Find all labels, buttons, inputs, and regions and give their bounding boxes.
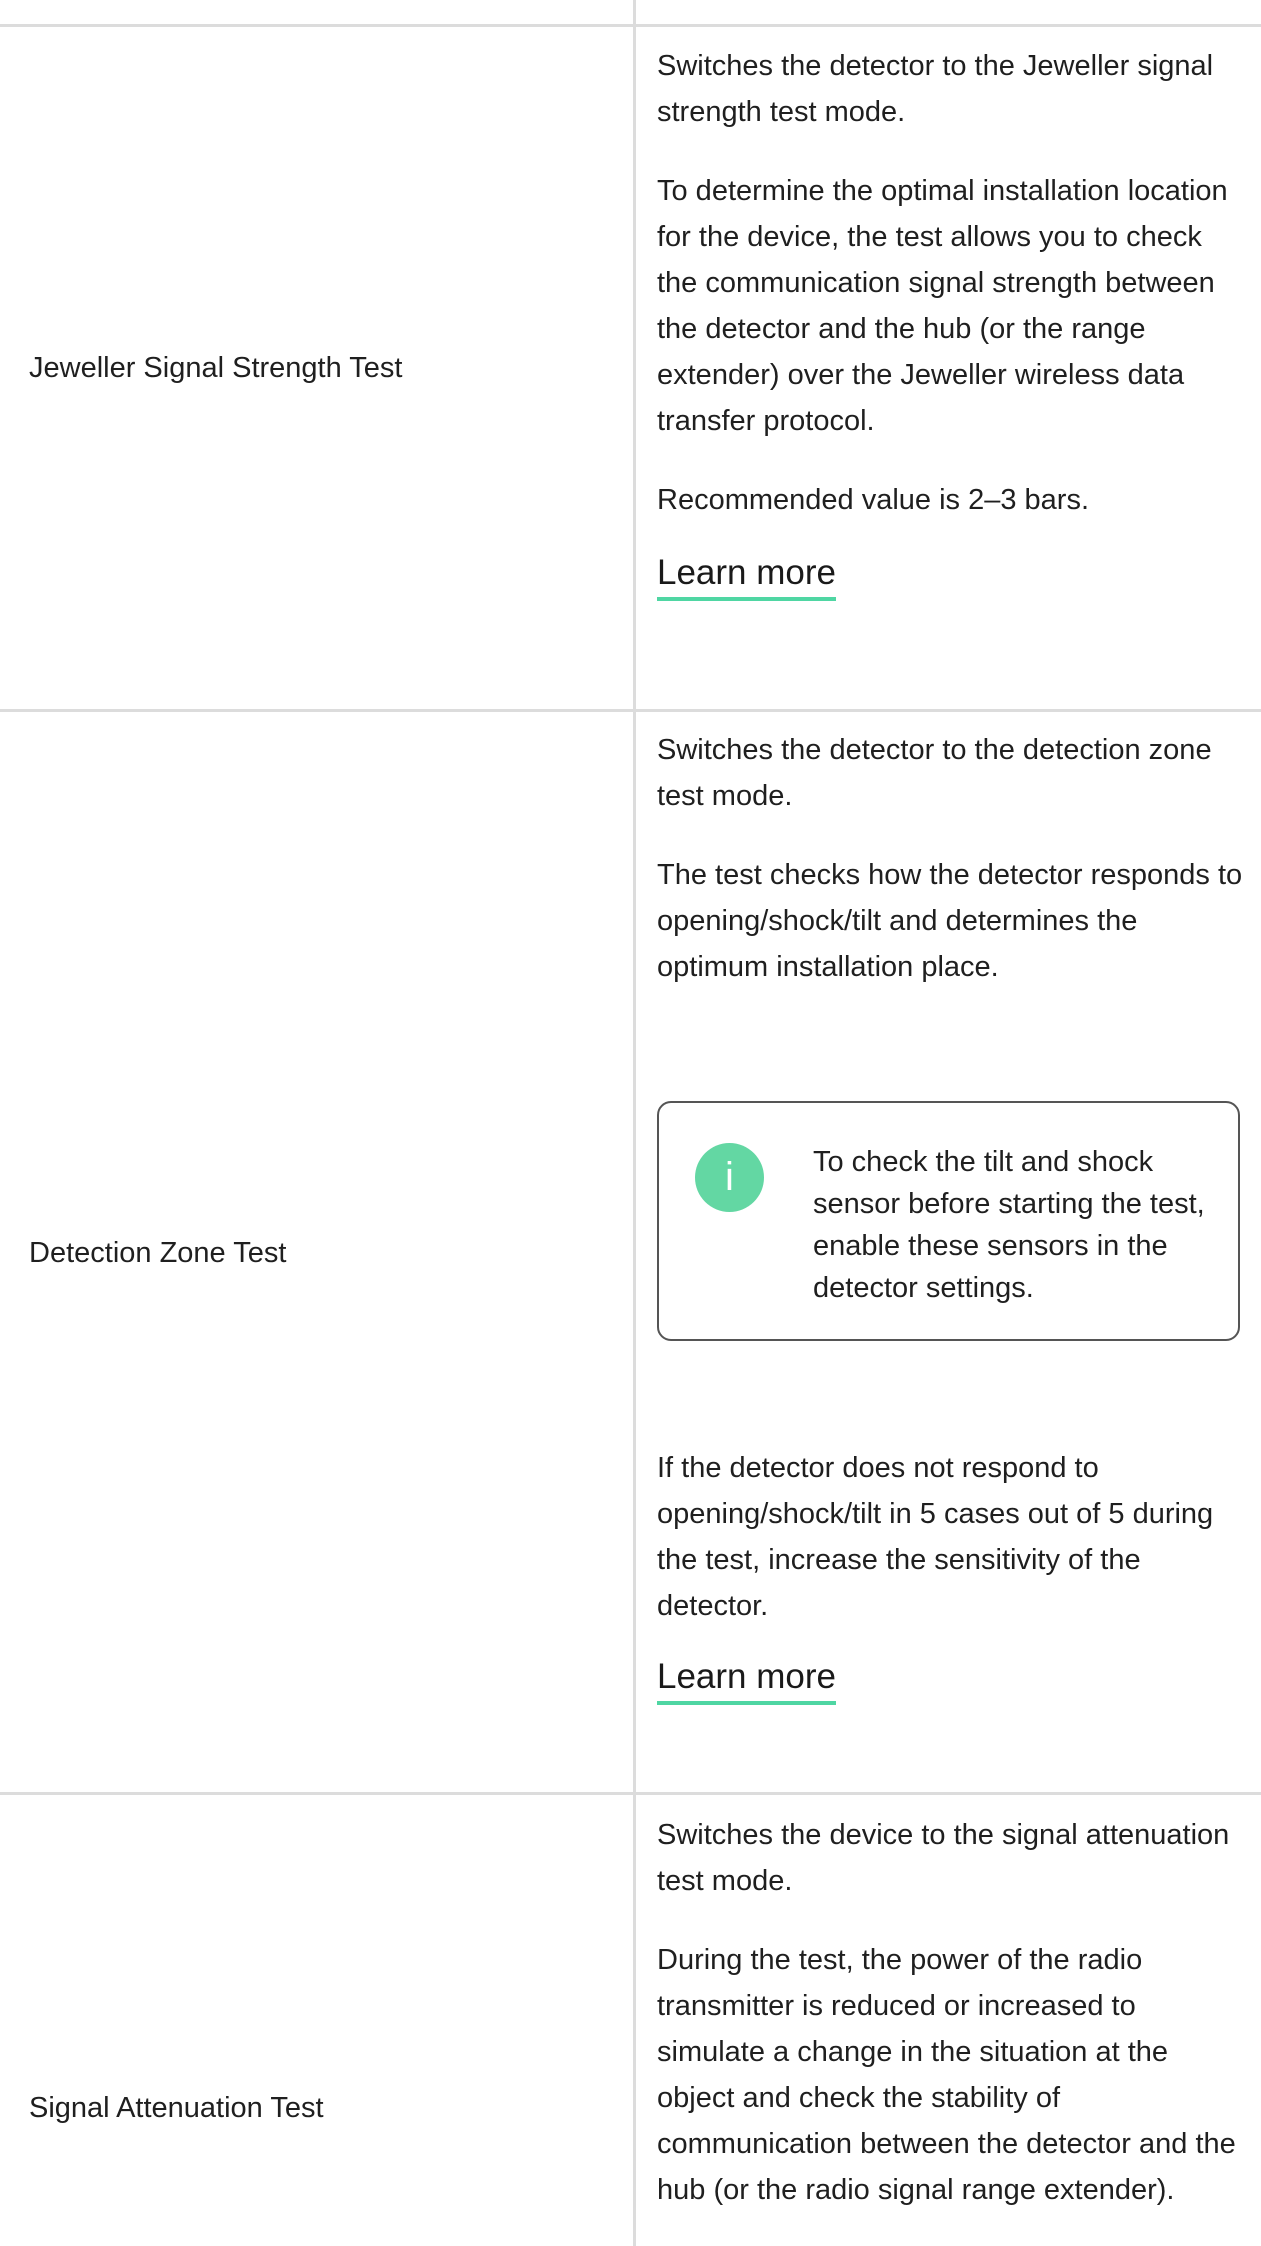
description-paragraph: If the detector does not respond to open…: [657, 1452, 1214, 1622]
row-description: Switches the detector to the Jeweller si…: [657, 43, 1247, 601]
row-description: Switches the detector to the detection z…: [657, 727, 1247, 990]
note-text: To check the tilt and shock sensor befor…: [813, 1146, 1205, 1304]
description-paragraph: Switches the detector to the Jeweller si…: [657, 50, 1214, 128]
settings-table: Jeweller Signal Strength Test Switches t…: [0, 0, 1261, 2246]
column-divider: [633, 0, 636, 2246]
row-description-continued: If the detector does not respond to open…: [657, 1445, 1247, 1705]
learn-more-link[interactable]: Learn more: [657, 551, 836, 601]
row-description: Switches the device to the signal attenu…: [657, 1812, 1247, 2213]
row-divider: [0, 24, 1261, 27]
info-icon: i: [695, 1143, 764, 1212]
description-paragraph: The test checks how the detector respond…: [657, 859, 1243, 983]
description-paragraph: During the test, the power of the radio …: [657, 1944, 1236, 2206]
description-paragraph: Switches the device to the signal attenu…: [657, 1819, 1230, 1897]
description-paragraph: To determine the optimal installation lo…: [657, 175, 1228, 437]
description-paragraph: Recommended value is 2–3 bars.: [657, 484, 1090, 516]
row-title-signal-attenuation-test: Signal Attenuation Test: [29, 2092, 324, 2124]
row-divider: [0, 1792, 1261, 1795]
learn-more-link[interactable]: Learn more: [657, 1655, 836, 1705]
description-paragraph: Switches the detector to the detection z…: [657, 734, 1212, 812]
row-title-detection-zone-test: Detection Zone Test: [29, 1237, 287, 1269]
row-title-jeweller-signal-strength-test: Jeweller Signal Strength Test: [29, 352, 403, 384]
row-divider: [0, 709, 1261, 712]
info-note: i To check the tilt and shock sensor bef…: [657, 1101, 1240, 1341]
